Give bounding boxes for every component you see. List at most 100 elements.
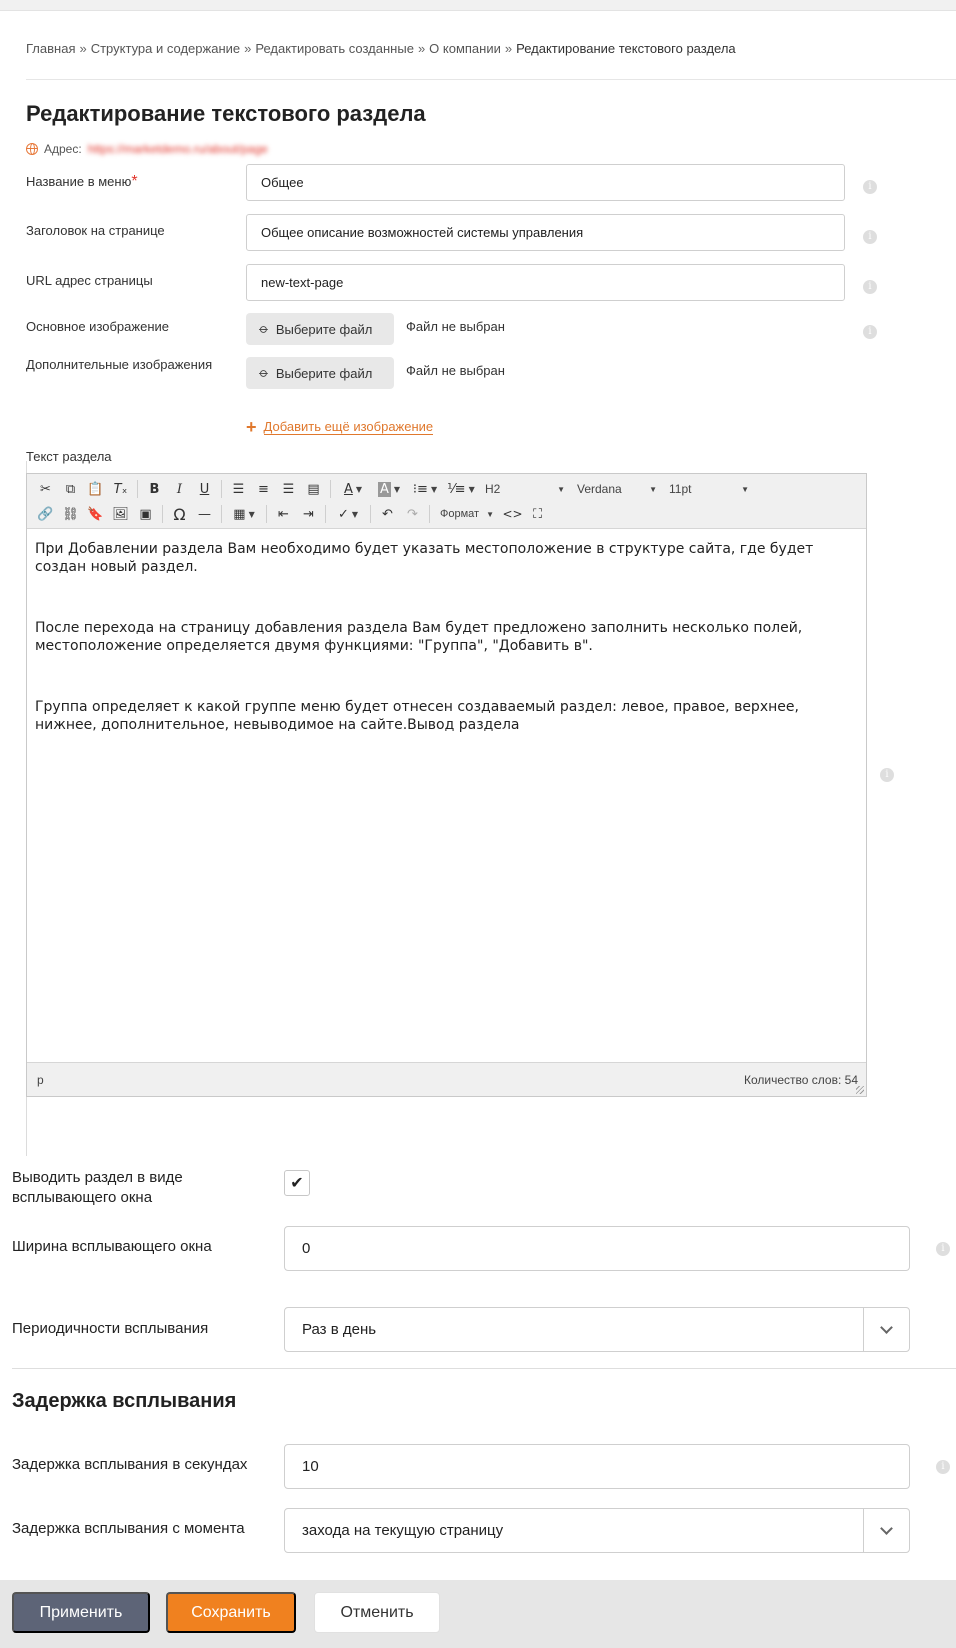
horizontal-rule-icon[interactable]: —	[192, 503, 217, 525]
info-icon[interactable]: i	[863, 280, 877, 294]
align-left-icon[interactable]: ☰	[226, 478, 251, 500]
rich-text-editor: ✂ ⧉ 📋 Tₓ B I U ☰ ≡ ☰ ▤ A ▼ A ▼ ⁝≡ ▼ ⅟≡ ▼ H2 ▼…	[26, 473, 867, 1097]
numbered-list-icon[interactable]: ⅟≡ ▼	[443, 478, 479, 500]
breadcrumb: Главная» Структура и содержание» Редактиро…	[26, 41, 736, 56]
toolbar-separator	[137, 480, 138, 498]
show-popup-checkbox[interactable]: ✔	[284, 1170, 310, 1196]
breadcrumb-edit-created[interactable]: Редактировать созданные	[255, 41, 414, 56]
word-count: Количество слов: 54	[744, 1073, 858, 1087]
select-arrow[interactable]	[863, 1509, 909, 1552]
extra-images-row: Дополнительные изображения ⌀ Выберите фа…	[26, 357, 886, 393]
select-arrow[interactable]	[863, 1308, 909, 1351]
font-select[interactable]: Verdana ▼	[571, 478, 663, 500]
element-path[interactable]: p	[37, 1073, 44, 1087]
delay-from-label: Задержка всплывания с момента	[12, 1520, 245, 1537]
popup-width-input[interactable]: 0	[284, 1226, 910, 1271]
table-icon[interactable]: ▦ ▼	[226, 503, 262, 525]
popup-frequency-value: Раз в день	[302, 1321, 377, 1338]
align-right-icon[interactable]: ☰	[276, 478, 301, 500]
anchor-icon[interactable]: 🔖	[83, 503, 108, 525]
breadcrumb-home[interactable]: Главная	[26, 41, 75, 56]
underline-icon[interactable]: U	[192, 478, 217, 500]
image-icon[interactable]: 🖼	[108, 503, 133, 525]
format-menu[interactable]: Формат ▼	[434, 503, 500, 525]
toolbar-separator	[221, 505, 222, 523]
delay-seconds-input[interactable]: 10	[284, 1444, 910, 1489]
info-icon[interactable]: i	[863, 180, 877, 194]
page-top-strip	[0, 0, 956, 10]
add-image-label: Добавить ещё изображение	[263, 419, 434, 435]
chevron-down-icon: ▼	[741, 484, 749, 494]
chevron-down-icon	[880, 1521, 893, 1535]
info-icon[interactable]: i	[863, 325, 877, 339]
special-char-icon[interactable]: Ω	[167, 503, 192, 525]
info-icon[interactable]: i	[863, 230, 877, 244]
extra-images-file-button[interactable]: ⌀ Выберите файл	[246, 357, 394, 389]
toolbar-row-2: 🔗 ⛓ 🔖 🖼 ▣ Ω — ▦ ▼ ⇤ ⇥ ✓ ▼ ↶ ↷ Формат ▼ <…	[33, 503, 550, 525]
main-image-file-button[interactable]: ⌀ Выберите файл	[246, 313, 394, 345]
align-center-icon[interactable]: ≡	[251, 478, 276, 500]
size-select-value: 11pt	[669, 482, 692, 496]
page-heading-input[interactable]: Общее описание возможностей системы упра…	[246, 214, 845, 251]
menu-name-input[interactable]: Общее	[246, 164, 845, 201]
plus-icon: +	[246, 416, 257, 437]
info-icon[interactable]: i	[880, 768, 894, 782]
url-label: URL адрес страницы	[26, 273, 153, 288]
unlink-icon[interactable]: ⛓	[58, 503, 83, 525]
clear-format-icon[interactable]: Tₓ	[108, 478, 133, 500]
info-icon[interactable]: i	[936, 1242, 950, 1256]
chevron-down-icon: ▼	[649, 484, 657, 494]
editor-statusbar: p Количество слов: 54	[27, 1062, 866, 1096]
globe-icon	[26, 143, 38, 155]
add-image-link[interactable]: + Добавить ещё изображение	[246, 416, 434, 437]
undo-icon[interactable]: ↶	[375, 503, 400, 525]
code-icon[interactable]: <>	[500, 503, 525, 525]
popup-frequency-select[interactable]: Раз в день	[284, 1307, 910, 1352]
chevron-down-icon: ▼	[557, 484, 565, 494]
chevron-down-icon: ▼	[486, 509, 494, 519]
delay-from-value: захода на текущую страницу	[302, 1522, 504, 1539]
main-image-row: Основное изображение ⌀ Выберите файл Фай…	[26, 313, 886, 349]
copy-icon[interactable]: ⧉	[58, 478, 83, 500]
redo-icon[interactable]: ↷	[400, 503, 425, 525]
size-select[interactable]: 11pt ▼	[663, 478, 755, 500]
indent-icon[interactable]: ⇥	[296, 503, 321, 525]
toolbar-separator	[266, 505, 267, 523]
bullet-list-icon[interactable]: ⁝≡ ▼	[407, 478, 443, 500]
spellcheck-icon[interactable]: ✓ ▼	[330, 503, 366, 525]
cut-icon[interactable]: ✂	[33, 478, 58, 500]
section-divider	[12, 1368, 956, 1369]
background-color-icon[interactable]: A ▼	[371, 478, 407, 500]
menu-name-label: Название в меню*	[26, 173, 138, 190]
toolbar-separator	[370, 505, 371, 523]
show-popup-label: Выводить раздел в виде всплывающего окна	[12, 1168, 183, 1208]
breadcrumb-structure[interactable]: Структура и содержание	[91, 41, 240, 56]
text-color-icon[interactable]: A ▼	[335, 478, 371, 500]
link-icon[interactable]: 🔗	[33, 503, 58, 525]
toolbar-row-1: ✂ ⧉ 📋 Tₓ B I U ☰ ≡ ☰ ▤ A ▼ A ▼ ⁝≡ ▼ ⅟≡ ▼ H2 ▼…	[33, 478, 755, 500]
breadcrumb-current: Редактирование текстового раздела	[516, 41, 736, 56]
required-mark: *	[131, 173, 138, 190]
fullscreen-icon[interactable]: ⛶	[525, 503, 550, 525]
delay-from-select[interactable]: захода на текущую страницу	[284, 1508, 910, 1553]
info-icon[interactable]: i	[936, 1460, 950, 1474]
outdent-icon[interactable]: ⇤	[271, 503, 296, 525]
editor-content[interactable]: При Добавлении раздела Вам необходимо бу…	[35, 540, 855, 777]
italic-icon[interactable]: I	[167, 478, 192, 500]
file-button-label: Выберите файл	[275, 321, 373, 337]
breadcrumb-about[interactable]: О компании	[429, 41, 501, 56]
address-link[interactable]: https://marketdemo.ru/about/page	[88, 142, 268, 156]
heading-select[interactable]: H2 ▼	[479, 478, 571, 500]
paste-icon[interactable]: 📋	[83, 478, 108, 500]
cancel-button[interactable]: Отменить	[314, 1592, 440, 1633]
media-icon[interactable]: ▣	[133, 503, 158, 525]
bold-icon[interactable]: B	[142, 478, 167, 500]
align-justify-icon[interactable]: ▤	[301, 478, 326, 500]
url-input[interactable]: new-text-page	[246, 264, 845, 301]
menu-name-row: Название в меню* Общее i	[26, 163, 886, 203]
save-button[interactable]: Сохранить	[166, 1592, 296, 1633]
apply-button[interactable]: Применить	[12, 1592, 150, 1633]
resize-handle-icon[interactable]	[856, 1086, 864, 1094]
font-select-value: Verdana	[577, 482, 622, 496]
heading-select-value: H2	[485, 482, 501, 496]
